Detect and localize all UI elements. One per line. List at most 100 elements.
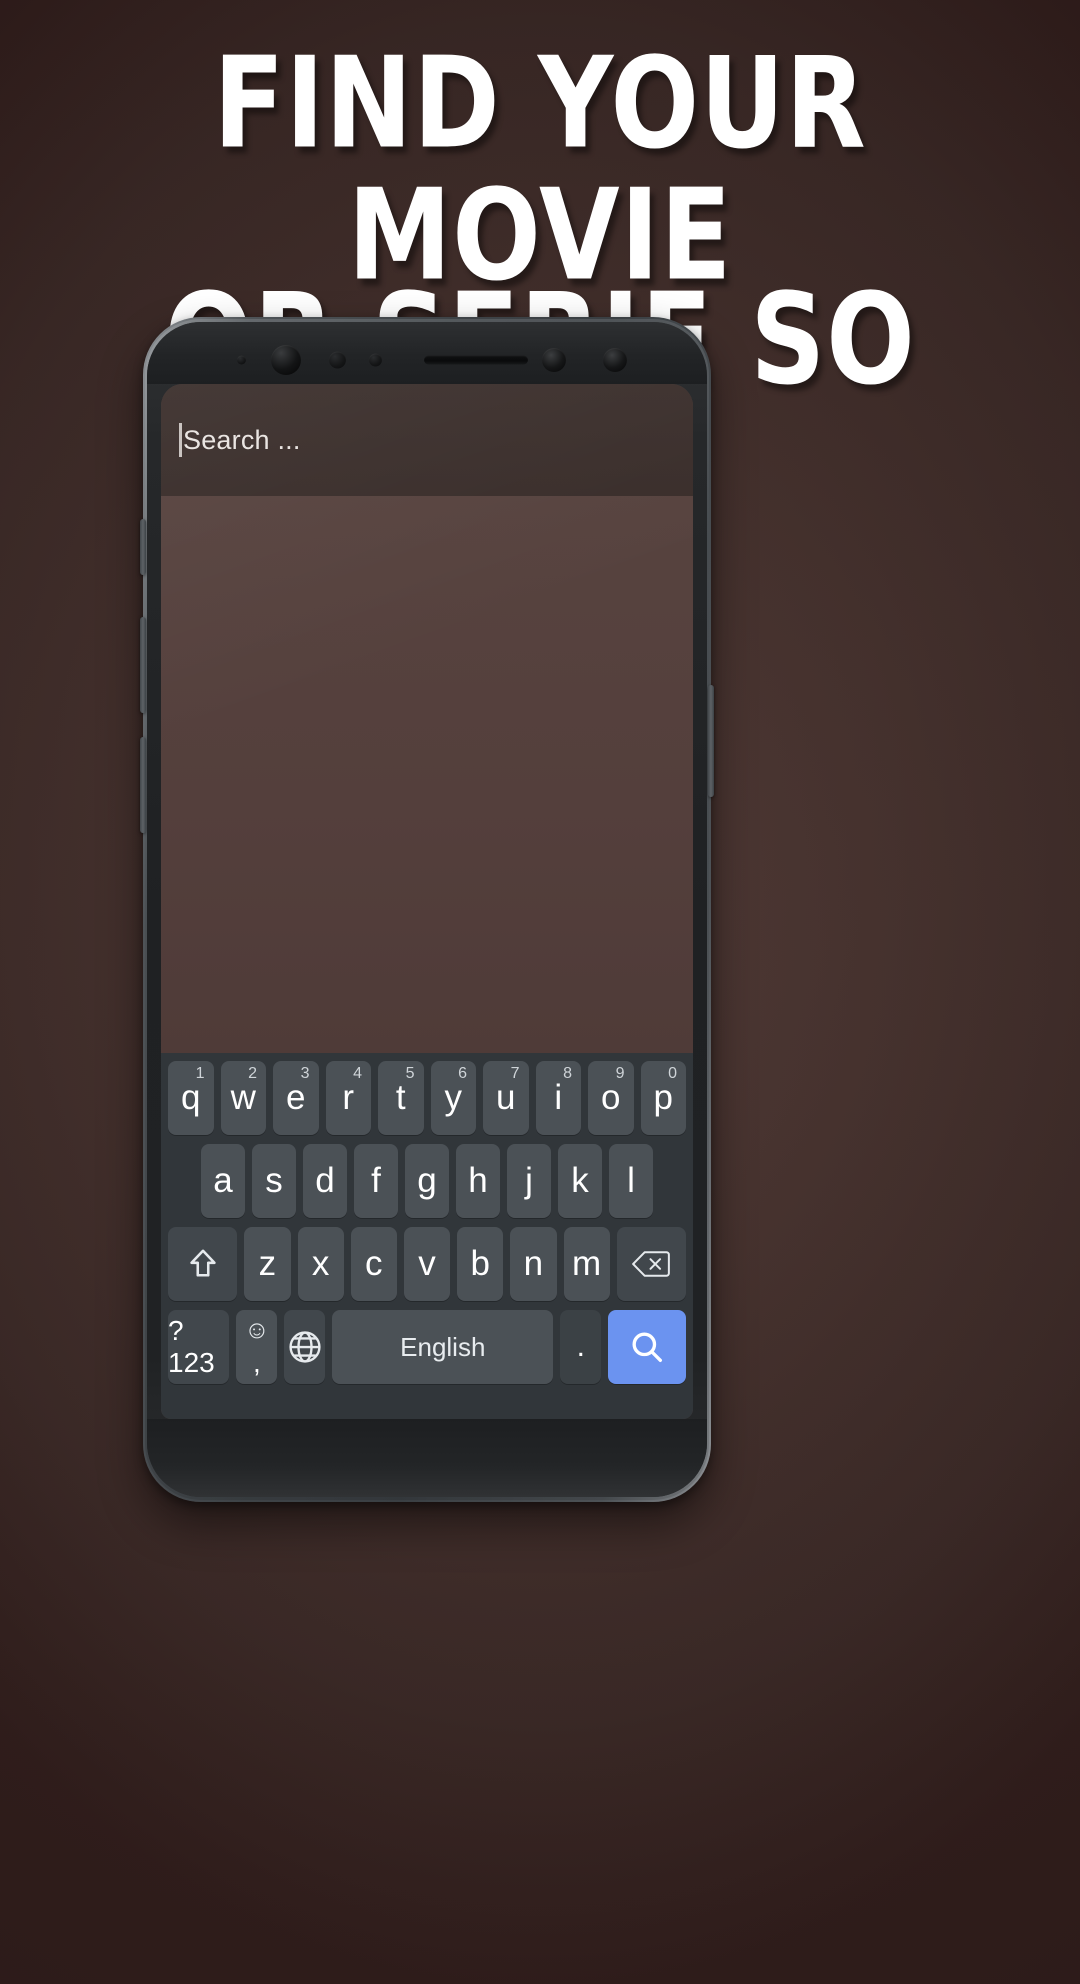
key-h-label: h <box>468 1161 488 1200</box>
iris-scanner-icon <box>542 348 566 372</box>
shift-key[interactable] <box>168 1227 238 1301</box>
led-indicator-icon <box>603 348 627 372</box>
key-a[interactable]: a <box>201 1144 245 1218</box>
globe-icon <box>286 1328 324 1366</box>
key-j-label: j <box>525 1161 533 1200</box>
shift-arrow-icon <box>185 1246 221 1282</box>
key-t-label: t <box>395 1078 406 1117</box>
key-o-sup: 9 <box>615 1065 625 1082</box>
key-l-label: l <box>627 1161 635 1200</box>
side-button-volume-up[interactable] <box>140 617 146 713</box>
key-f-label: f <box>371 1161 381 1200</box>
key-u[interactable]: 7u <box>483 1061 529 1135</box>
search-input[interactable]: Search ... <box>183 425 301 456</box>
period-key[interactable]: . <box>560 1310 602 1384</box>
key-l[interactable]: l <box>609 1144 653 1218</box>
earpiece-speaker-icon <box>424 355 528 365</box>
key-a-label: a <box>213 1161 233 1200</box>
key-y[interactable]: 6y <box>430 1061 476 1135</box>
symbols-key-label: ?123 <box>168 1315 215 1378</box>
symbols-key[interactable]: ?123 <box>168 1310 230 1384</box>
key-o[interactable]: 9o <box>588 1061 634 1135</box>
key-r[interactable]: 4r <box>325 1061 371 1135</box>
key-r-label: r <box>342 1078 355 1117</box>
key-c[interactable]: c <box>350 1227 397 1301</box>
key-t[interactable]: 5t <box>378 1061 424 1135</box>
key-n[interactable]: n <box>510 1227 557 1301</box>
key-c-label: c <box>365 1244 383 1283</box>
text-caret <box>179 423 182 457</box>
emoji-comma-key[interactable]: ☺ , <box>236 1310 278 1384</box>
key-d-label: d <box>315 1161 335 1200</box>
search-enter-key[interactable] <box>608 1310 686 1384</box>
search-icon <box>627 1327 667 1367</box>
key-e[interactable]: 3e <box>273 1061 319 1135</box>
front-camera-icon <box>271 345 301 375</box>
key-w-sup: 2 <box>248 1065 257 1082</box>
keyboard-row-2: a s d f g h j k l <box>165 1144 689 1218</box>
on-screen-keyboard: 1q 2w 3e 4r 5t 6y 7u 8i 9o 0p a s d f g <box>161 1053 693 1419</box>
key-s[interactable]: s <box>252 1144 296 1218</box>
key-k[interactable]: k <box>558 1144 602 1218</box>
phone-screen: Search ... 1q 2w 3e 4r 5t 6y 7u 8i 9o 0p <box>161 384 693 1419</box>
key-z-label: z <box>258 1244 277 1283</box>
keyboard-row-1: 1q 2w 3e 4r 5t 6y 7u 8i 9o 0p <box>165 1061 689 1135</box>
key-m[interactable]: m <box>563 1227 610 1301</box>
smiley-icon: ☺ <box>244 1315 270 1344</box>
key-g[interactable]: g <box>405 1144 449 1218</box>
key-v-label: v <box>418 1244 436 1283</box>
key-i-label: i <box>554 1078 563 1117</box>
key-u-label: u <box>496 1078 516 1117</box>
results-area <box>161 496 693 1053</box>
key-i-sup: 8 <box>563 1065 572 1082</box>
backspace-icon <box>631 1248 671 1280</box>
key-i[interactable]: 8i <box>535 1061 581 1135</box>
key-w-label: w <box>230 1078 256 1117</box>
period-key-label: . <box>576 1330 585 1363</box>
key-f[interactable]: f <box>354 1144 398 1218</box>
key-r-sup: 4 <box>353 1065 362 1082</box>
side-button-bixby[interactable] <box>140 519 146 575</box>
comma-label: , <box>252 1346 261 1378</box>
key-y-label: y <box>444 1078 463 1117</box>
space-key-label: English <box>400 1331 486 1362</box>
key-k-label: k <box>571 1161 589 1200</box>
key-q[interactable]: 1q <box>168 1061 214 1135</box>
ir-sensor-icon <box>329 351 346 369</box>
phone-body: Search ... 1q 2w 3e 4r 5t 6y 7u 8i 9o 0p <box>147 322 707 1497</box>
key-q-label: q <box>181 1078 201 1117</box>
phone-top-bezel <box>147 322 707 384</box>
proximity-sensor-icon <box>237 355 246 365</box>
key-p-label: p <box>653 1078 673 1117</box>
key-j[interactable]: j <box>507 1144 551 1218</box>
key-h[interactable]: h <box>456 1144 500 1218</box>
key-p-sup: 0 <box>668 1065 677 1082</box>
key-p[interactable]: 0p <box>640 1061 686 1135</box>
side-button-volume-down[interactable] <box>140 737 146 833</box>
backspace-key[interactable] <box>616 1227 687 1301</box>
key-z[interactable]: z <box>244 1227 291 1301</box>
key-b-label: b <box>470 1244 490 1283</box>
space-key[interactable]: English <box>332 1310 554 1384</box>
light-sensor-icon <box>369 353 382 367</box>
key-b[interactable]: b <box>457 1227 504 1301</box>
side-button-power[interactable] <box>708 685 714 797</box>
key-x[interactable]: x <box>297 1227 344 1301</box>
key-q-sup: 1 <box>195 1065 205 1082</box>
key-d[interactable]: d <box>303 1144 347 1218</box>
key-v[interactable]: v <box>403 1227 451 1301</box>
search-bar[interactable]: Search ... <box>161 384 693 496</box>
language-switch-key[interactable] <box>284 1310 326 1384</box>
key-y-sup: 6 <box>458 1065 467 1082</box>
phone-mockup: Search ... 1q 2w 3e 4r 5t 6y 7u 8i 9o 0p <box>140 317 714 1502</box>
key-e-label: e <box>286 1078 306 1117</box>
key-s-label: s <box>265 1161 283 1200</box>
sensor-cluster <box>147 345 707 375</box>
key-w[interactable]: 2w <box>220 1061 266 1135</box>
key-e-sup: 3 <box>300 1065 310 1082</box>
key-n-label: n <box>523 1244 544 1283</box>
key-t-sup: 5 <box>405 1065 415 1082</box>
key-x-label: x <box>311 1244 330 1283</box>
key-u-sup: 7 <box>510 1065 520 1082</box>
headline-line-1: Find Your Movie <box>213 31 867 309</box>
